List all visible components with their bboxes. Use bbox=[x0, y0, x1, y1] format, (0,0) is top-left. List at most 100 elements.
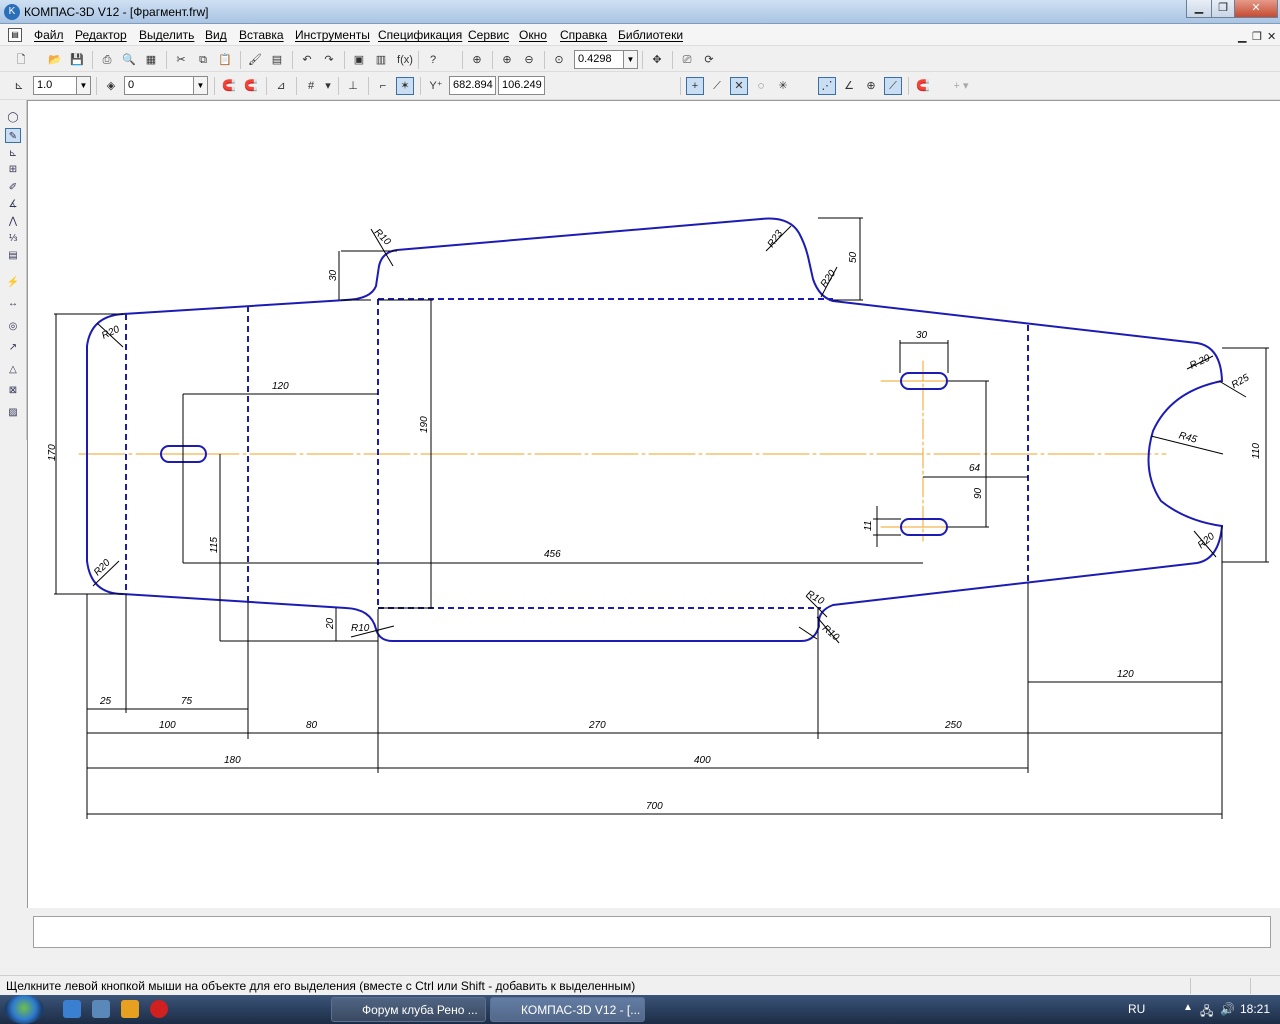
library-icon[interactable]: ▥ bbox=[372, 51, 390, 69]
save-icon[interactable]: 💾 bbox=[68, 51, 86, 69]
tray-volume-icon[interactable]: 🔊 bbox=[1220, 1002, 1235, 1016]
print-icon[interactable]: ⎙ bbox=[98, 51, 116, 69]
clock[interactable]: 18:21 bbox=[1240, 1002, 1270, 1016]
paste-icon[interactable]: 📋 bbox=[216, 51, 234, 69]
task-kompas[interactable]: КОМПАС-3D V12 - [... bbox=[490, 997, 645, 1022]
zoom-dropdown-icon[interactable]: ▼ bbox=[624, 50, 638, 69]
open-file-icon[interactable]: 📂 bbox=[46, 51, 64, 69]
help-pointer-icon[interactable]: ? bbox=[424, 51, 442, 69]
zoom-input[interactable]: 0.4298 bbox=[574, 50, 624, 69]
measure-icon[interactable]: ∡ bbox=[5, 197, 21, 212]
drawing-canvas[interactable]: 170 30 50 110 190 90 11 115 20 R23 R20 R… bbox=[27, 100, 1280, 908]
snap-magnet-icon[interactable]: 🧲 bbox=[220, 77, 238, 95]
zoom-out-icon[interactable]: ⊖ bbox=[520, 51, 538, 69]
menu-tools[interactable]: Инструменты bbox=[295, 28, 370, 42]
variables-icon[interactable]: f(x) bbox=[394, 51, 416, 69]
media-player-icon[interactable] bbox=[121, 1000, 139, 1018]
views-icon[interactable]: ⚡ bbox=[5, 275, 21, 290]
pan-icon[interactable]: ✥ bbox=[648, 51, 666, 69]
grid-dropdown-icon[interactable]: ▾ bbox=[322, 77, 334, 95]
layer-icon[interactable]: ◈ bbox=[102, 77, 120, 95]
parametrize-icon[interactable]: ⊾ bbox=[5, 146, 21, 161]
line-scale-input[interactable]: 1.0 bbox=[33, 76, 77, 95]
document-icon[interactable]: ▤ bbox=[8, 28, 22, 42]
specification-icon[interactable]: ⅓ bbox=[5, 231, 21, 246]
select-icon[interactable]: ⋀ bbox=[5, 214, 21, 229]
minimize-button[interactable]: ▁ bbox=[1186, 0, 1212, 18]
undo-icon[interactable]: ↶ bbox=[298, 51, 316, 69]
menu-select[interactable]: Выделить bbox=[139, 28, 194, 42]
snap-intersection-icon[interactable]: ✕ bbox=[730, 77, 748, 95]
menu-view[interactable]: Вид bbox=[205, 28, 227, 42]
zoom-window-icon[interactable]: ⊕ bbox=[468, 51, 486, 69]
table-icon[interactable]: ▤ bbox=[268, 51, 286, 69]
zoom-in-icon[interactable]: ⊕ bbox=[498, 51, 516, 69]
grid-icon[interactable]: # bbox=[302, 77, 320, 95]
snap-nearest-point-icon[interactable]: + bbox=[686, 77, 704, 95]
desktop-icon[interactable] bbox=[92, 1000, 110, 1018]
mdi-restore-icon[interactable]: ❐ bbox=[1252, 30, 1262, 43]
copy-icon[interactable]: ⧉ bbox=[194, 51, 212, 69]
snap-angle-icon[interactable]: ∠ bbox=[840, 77, 858, 95]
tray-expand-icon[interactable]: ▲ bbox=[1183, 1002, 1193, 1013]
snap-magnet2-icon[interactable]: 🧲 bbox=[914, 77, 932, 95]
properties-icon[interactable]: ▦ bbox=[142, 51, 160, 69]
reports-icon[interactable]: ▤ bbox=[5, 248, 21, 263]
angular-dim-icon[interactable]: ◎ bbox=[5, 319, 21, 334]
menu-specification[interactable]: Спецификация bbox=[378, 28, 462, 42]
layer-input[interactable]: 0 bbox=[124, 76, 194, 95]
menu-libraries[interactable]: Библиотеки bbox=[618, 28, 683, 42]
ie-icon[interactable] bbox=[63, 1000, 81, 1018]
geometry-icon[interactable]: ◯ bbox=[5, 110, 21, 125]
print-preview-icon[interactable]: 🔍 bbox=[120, 51, 138, 69]
opera-icon[interactable] bbox=[150, 1000, 168, 1018]
symbols-icon[interactable]: ✐ bbox=[5, 180, 21, 195]
hatch-icon[interactable]: ▨ bbox=[5, 405, 21, 420]
restore-button[interactable]: ❐ bbox=[1211, 0, 1235, 18]
properties-area[interactable] bbox=[33, 916, 1271, 948]
coord-y-field[interactable]: 106.249 bbox=[498, 76, 545, 95]
snap-tangent-icon[interactable]: ◌ bbox=[752, 77, 770, 95]
redo-icon[interactable]: ↷ bbox=[320, 51, 338, 69]
start-button[interactable] bbox=[4, 995, 44, 1024]
mdi-close-icon[interactable]: ✕ bbox=[1267, 30, 1276, 43]
line-scale-dropdown-icon[interactable]: ▼ bbox=[77, 76, 91, 95]
menu-window[interactable]: Окно bbox=[519, 28, 547, 42]
new-file-icon[interactable]: 🗋 bbox=[12, 51, 30, 69]
close-button[interactable]: ✕ bbox=[1234, 0, 1278, 18]
redraw-icon[interactable]: ⟳ bbox=[700, 51, 718, 69]
cut-icon[interactable]: ✂ bbox=[172, 51, 190, 69]
snap-along-curve-icon[interactable]: ⟋ bbox=[884, 77, 902, 95]
layer-dropdown-icon[interactable]: ▼ bbox=[194, 76, 208, 95]
dimensions-icon[interactable]: ⊞ bbox=[5, 162, 21, 177]
drawing-svg[interactable]: 170 30 50 110 190 90 11 115 20 R23 R20 R… bbox=[28, 101, 1280, 909]
snap-midpoint-icon[interactable]: ⟋ bbox=[708, 77, 726, 95]
menu-file[interactable]: Файл bbox=[34, 28, 64, 42]
menu-service[interactable]: Сервис bbox=[468, 28, 509, 42]
snap-normal-icon[interactable]: ✳ bbox=[774, 77, 792, 95]
snap-settings-icon[interactable]: 🧲 bbox=[242, 77, 260, 95]
ortho-icon[interactable]: ⊿ bbox=[272, 77, 290, 95]
snap-grid-icon[interactable]: ⋰ bbox=[818, 77, 836, 95]
snap-center-icon[interactable]: ⊕ bbox=[862, 77, 880, 95]
roughness-icon[interactable]: △ bbox=[5, 362, 21, 377]
menu-editor[interactable]: Редактор bbox=[75, 28, 127, 42]
local-cs2-icon[interactable]: ⊥ bbox=[344, 77, 362, 95]
mdi-minimize-icon[interactable]: ▁ bbox=[1238, 30, 1246, 43]
menu-insert[interactable]: Вставка bbox=[239, 28, 284, 42]
format-brush-icon[interactable]: 🖌 bbox=[246, 51, 264, 69]
menu-help[interactable]: Справка bbox=[560, 28, 607, 42]
language-indicator[interactable]: RU bbox=[1128, 1002, 1145, 1016]
local-cs-icon[interactable]: ⊾ bbox=[10, 77, 28, 95]
ortho-mode-icon[interactable]: ⌐ bbox=[374, 77, 392, 95]
edit-icon[interactable]: ✎ bbox=[5, 128, 21, 143]
refresh-view-icon[interactable]: ⎚ bbox=[678, 51, 696, 69]
task-opera[interactable]: Форум клуба Рено ... bbox=[331, 997, 486, 1022]
tray-network-icon[interactable]: 🖧 bbox=[1200, 1002, 1213, 1023]
coord-x-field[interactable]: 682.894 bbox=[449, 76, 496, 95]
manager-icon[interactable]: ▣ bbox=[350, 51, 368, 69]
tolerance-icon[interactable]: ⊠ bbox=[5, 383, 21, 398]
leader-icon[interactable]: ↗ bbox=[5, 340, 21, 355]
round-coords-icon[interactable]: ✶ bbox=[396, 77, 414, 95]
zoom-scale-icon[interactable]: ⊙ bbox=[550, 51, 568, 69]
